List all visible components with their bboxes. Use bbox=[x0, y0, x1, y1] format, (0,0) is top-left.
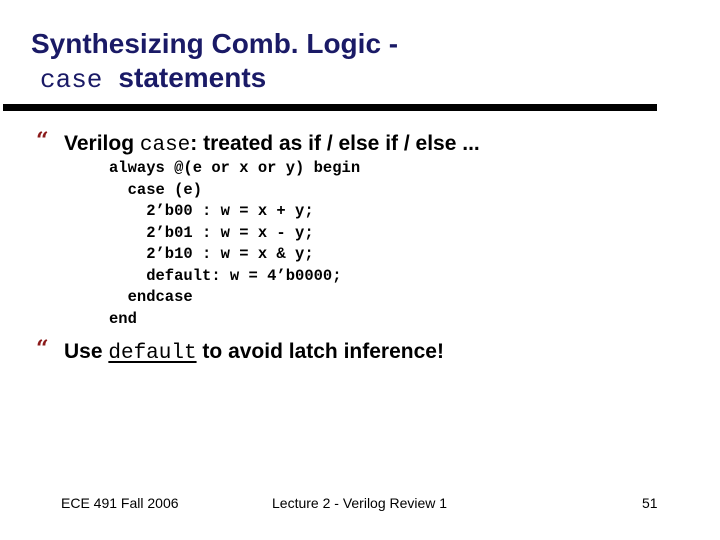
footer-lecture: Lecture 2 - Verilog Review 1 bbox=[272, 495, 448, 511]
code-line: endcase bbox=[109, 288, 193, 306]
bullet-code: case bbox=[139, 134, 191, 157]
code-line: 2’b10 : w = x & y; bbox=[109, 245, 314, 263]
code-line: case (e) bbox=[109, 180, 203, 199]
code-line: 2’b00 : w = x + y; bbox=[109, 202, 314, 220]
bullet-item: “ Verilog case: treated as if / else if /… bbox=[36, 128, 480, 157]
bullet-prefix: Verilog bbox=[64, 132, 140, 155]
bullet-code: default bbox=[108, 342, 197, 365]
slide-title-line2-text: statements bbox=[118, 62, 267, 93]
slide-title-line2: case statements bbox=[31, 61, 398, 97]
code-line: end bbox=[109, 309, 137, 328]
bullet-prefix: Use bbox=[64, 340, 109, 363]
bullet-item: “ Use default to avoid latch inference! bbox=[36, 336, 444, 365]
footer-course: ECE 491 Fall 2006 bbox=[61, 495, 179, 511]
slide-title-line1: Synthesizing Comb. Logic - bbox=[31, 28, 399, 59]
title-divider bbox=[3, 104, 657, 111]
code-line: 2’b01 : w = x - y; bbox=[109, 223, 314, 242]
code-line: always @(e or x or y) begin bbox=[109, 159, 361, 177]
quote-bullet-icon: “ bbox=[36, 128, 49, 154]
slide-title: Synthesizing Comb. Logic - case statement… bbox=[31, 27, 398, 97]
bullet-suffix: to avoid latch inference! bbox=[196, 340, 444, 363]
bullet-suffix: : treated as if / else if / else ... bbox=[190, 132, 480, 155]
code-block: always @(e or x or y) begin case (e) 2’b… bbox=[109, 158, 360, 330]
quote-bullet-icon: “ bbox=[36, 336, 49, 362]
footer-page-number: 51 bbox=[642, 495, 658, 511]
slide-title-code-keyword: case bbox=[40, 65, 103, 95]
code-line: default: w = 4’b0000; bbox=[109, 266, 342, 285]
